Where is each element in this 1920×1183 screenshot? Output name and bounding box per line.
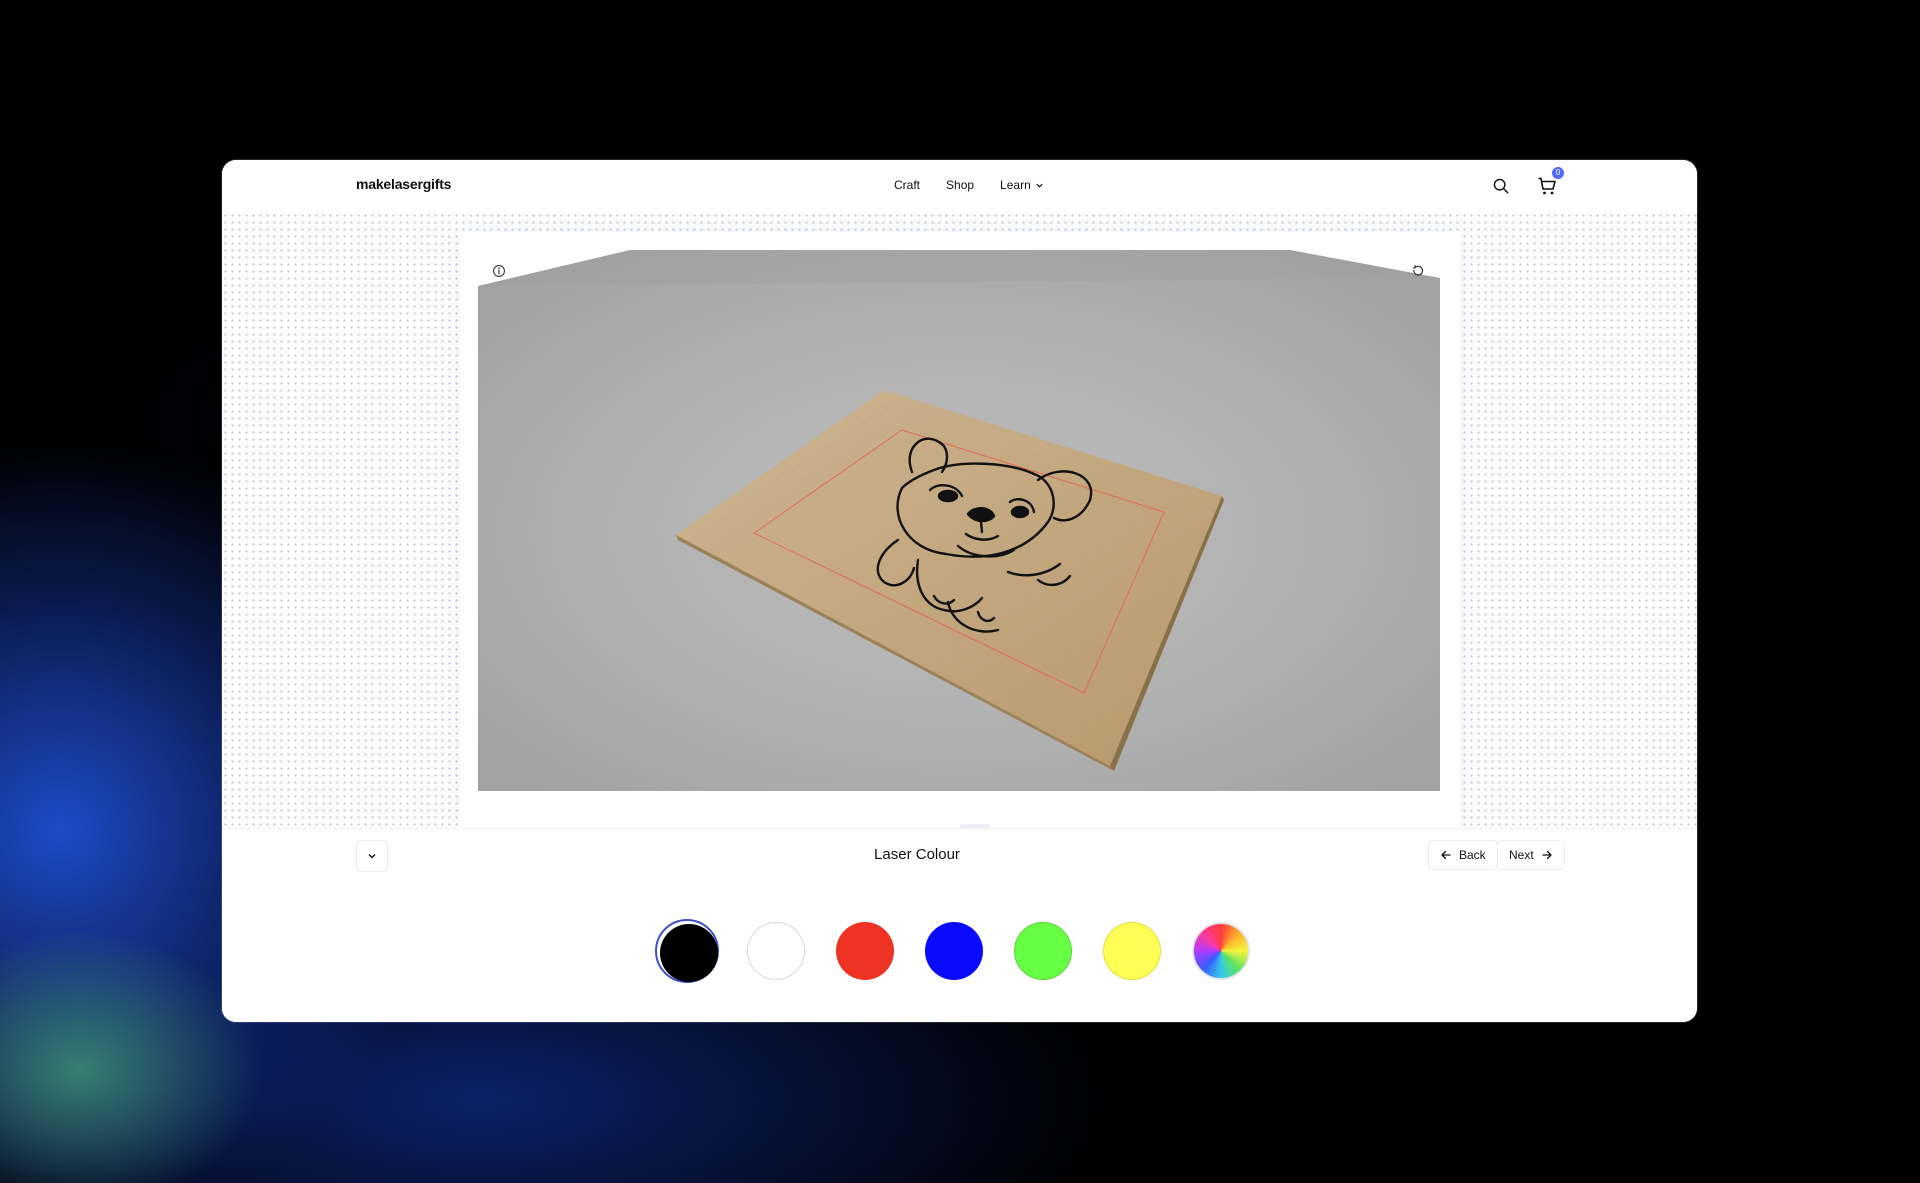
site-logo[interactable]: makelasergifts (356, 176, 451, 192)
next-button[interactable]: Next (1497, 840, 1565, 870)
info-button[interactable] (485, 257, 513, 285)
main-nav: Craft Shop Learn (894, 178, 1044, 192)
3d-scene (478, 250, 1440, 791)
swatch-dot (1014, 922, 1072, 980)
reset-view-button[interactable] (1404, 257, 1432, 285)
step-panel: Laser Colour Back Next (222, 828, 1697, 1022)
swatch-green[interactable] (1011, 919, 1075, 983)
back-label: Back (1459, 848, 1486, 862)
next-label: Next (1509, 848, 1534, 862)
cart-count-badge: 0 (1552, 167, 1564, 179)
chevron-down-icon (1036, 183, 1043, 188)
swatch-dot (1103, 922, 1161, 980)
collapse-panel-button[interactable] (356, 840, 388, 872)
swatch-custom-colour[interactable] (1189, 919, 1253, 983)
info-icon (493, 265, 505, 277)
colour-wheel-icon (1192, 922, 1250, 980)
nav-learn[interactable]: Learn (1000, 178, 1044, 192)
arrow-left-icon (1441, 850, 1451, 860)
viewer-card (460, 232, 1460, 828)
rotate-ccw-icon (1412, 265, 1424, 276)
swatch-white[interactable] (744, 919, 808, 983)
nav-label: Craft (894, 178, 921, 192)
search-icon[interactable] (1492, 177, 1510, 195)
app-window: makelasergifts Craft Shop Learn 0 Laser … (222, 160, 1697, 1022)
swatch-dot (925, 922, 983, 980)
swatch-blue[interactable] (922, 919, 986, 983)
back-button[interactable]: Back (1428, 840, 1498, 870)
3d-viewer[interactable] (478, 250, 1440, 791)
swatch-dot (747, 922, 805, 980)
nav-shop[interactable]: Shop (946, 178, 974, 192)
swatch-dot (660, 924, 718, 982)
workspace (222, 212, 1697, 828)
step-title: Laser Colour (874, 846, 960, 863)
swatch-yellow[interactable] (1100, 919, 1164, 983)
arrow-right-icon (1542, 850, 1552, 860)
chevron-down-icon (368, 854, 376, 859)
cart-icon[interactable] (1537, 176, 1557, 196)
swatch-red[interactable] (833, 919, 897, 983)
nav-label: Shop (946, 178, 975, 192)
nav-craft[interactable]: Craft (894, 178, 920, 192)
header: makelasergifts Craft Shop Learn 0 (222, 160, 1697, 212)
swatch-dot (836, 922, 894, 980)
swatch-black[interactable] (655, 919, 719, 983)
nav-label: Learn (1000, 178, 1031, 192)
